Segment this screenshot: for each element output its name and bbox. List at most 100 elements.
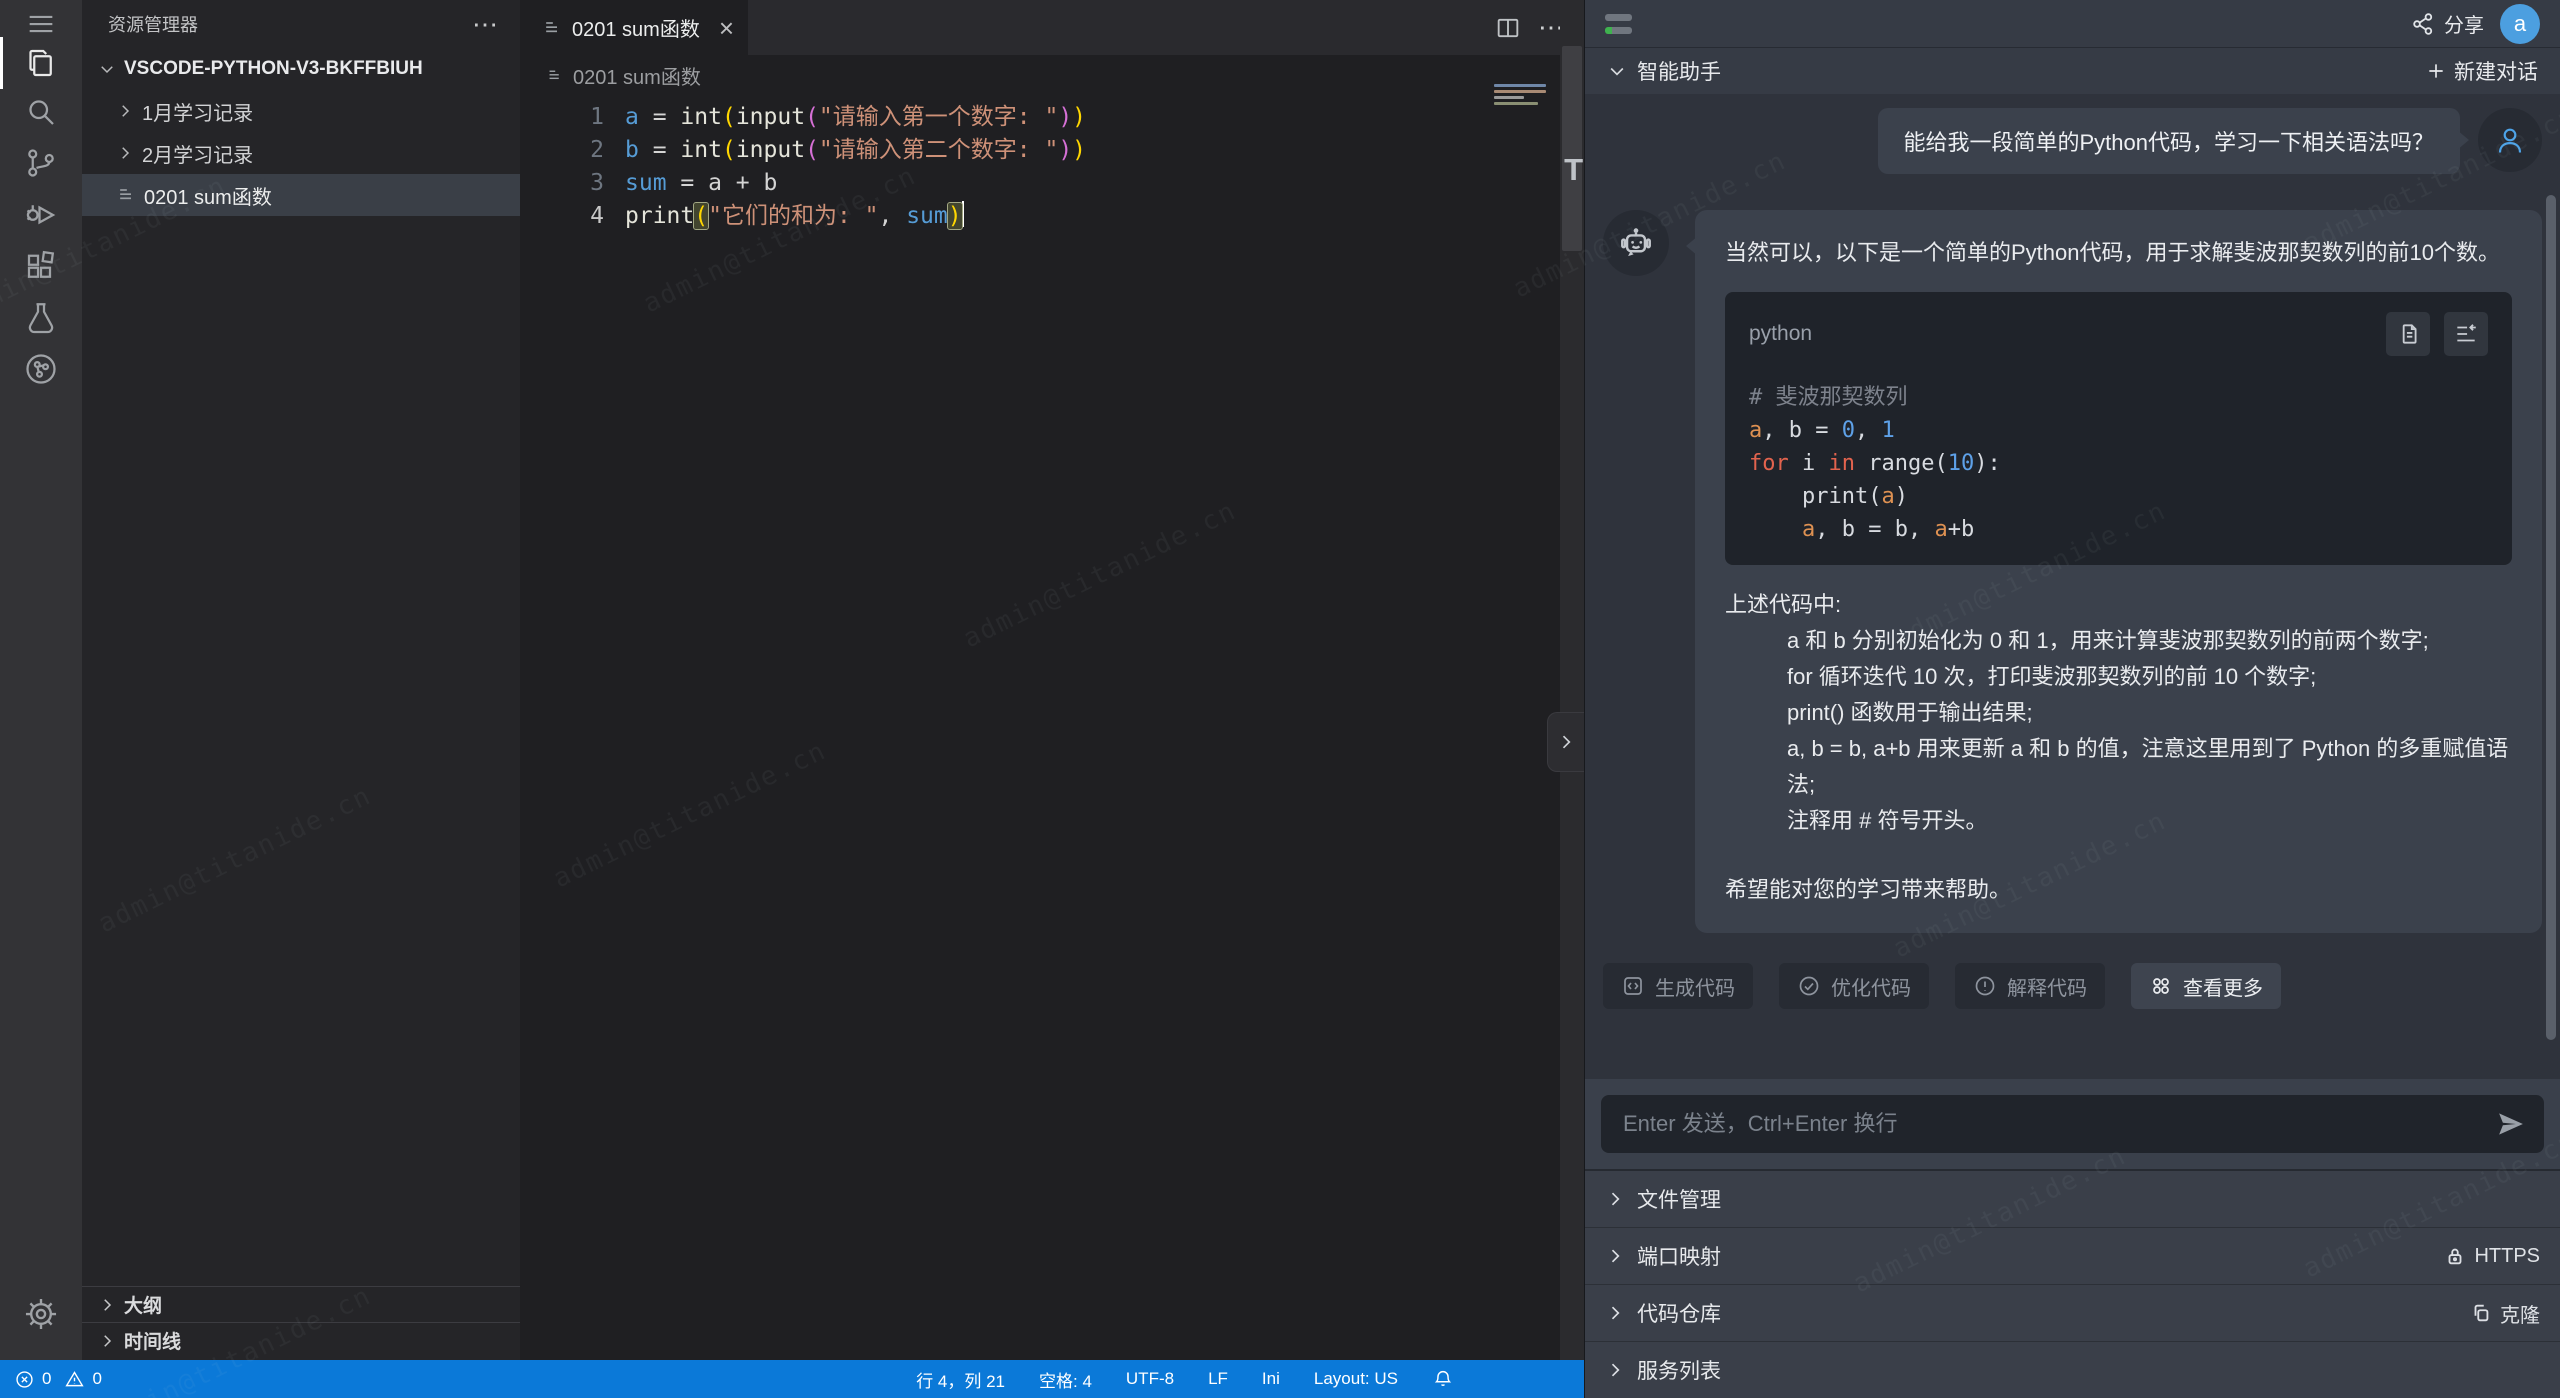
- chat-input-bar: [1585, 1079, 2560, 1169]
- chevron-right-icon: [1605, 1246, 1625, 1266]
- keyboard-layout[interactable]: Layout: US: [1314, 1369, 1398, 1389]
- section-service-list[interactable]: 服务列表: [1585, 1341, 2560, 1398]
- editor-scrollbar-thumb[interactable]: [1562, 46, 1582, 251]
- send-icon[interactable]: [2496, 1109, 2526, 1139]
- minimap[interactable]: [1494, 84, 1550, 108]
- encoding[interactable]: UTF-8: [1126, 1369, 1174, 1389]
- indentation[interactable]: 空格: 4: [1039, 1367, 1092, 1392]
- language-mode[interactable]: Ini: [1262, 1369, 1280, 1389]
- code-language-label: python: [1749, 317, 2372, 351]
- remote-explorer-icon[interactable]: [17, 345, 65, 393]
- overlay-letter: T: [1564, 152, 1583, 188]
- https-badge[interactable]: HTTPS: [2444, 1245, 2540, 1268]
- search-icon[interactable]: [17, 88, 65, 136]
- chevron-down-icon[interactable]: [1607, 61, 1627, 81]
- run-debug-icon[interactable]: [17, 191, 65, 239]
- share-label: 分享: [2444, 9, 2484, 38]
- source-control-icon[interactable]: [17, 139, 65, 187]
- explain-code-button[interactable]: 解释代码: [1955, 963, 2105, 1009]
- breadcrumb[interactable]: 0201 sum函数: [520, 55, 1584, 95]
- sidebar-bottom-sections: 大纲 时间线: [82, 1286, 520, 1358]
- check-circle-icon: [1797, 974, 1821, 998]
- chevron-right-icon: [1556, 732, 1576, 752]
- tree-item-label: 2月学习记录: [142, 139, 253, 168]
- tab-close-icon[interactable]: ×: [719, 18, 734, 38]
- tree-item-february[interactable]: 2月学习记录: [82, 132, 520, 174]
- tab-bar: 0201 sum函数 × ⋯: [520, 0, 1584, 55]
- chevron-right-icon: [1605, 1303, 1625, 1323]
- user-message-row: 能给我一段简单的Python代码，学习一下相关语法吗？: [1603, 108, 2542, 174]
- optimize-code-button[interactable]: 优化代码: [1779, 963, 1929, 1009]
- list-file-icon: [542, 18, 562, 38]
- assistant-message-bubble: 当然可以，以下是一个简单的Python代码，用于求解斐波那契数列的前10个数。 …: [1695, 210, 2542, 933]
- settings-gear-icon[interactable]: [17, 1290, 65, 1338]
- user-avatar-badge[interactable]: a: [2500, 4, 2540, 44]
- ide-window: 资源管理器 ⋯ VSCODE-PYTHON-V3-BKFFBIUH 1月学习记录…: [0, 0, 2560, 1398]
- explorer-more-icon[interactable]: ⋯: [472, 19, 500, 29]
- testing-icon[interactable]: [17, 293, 65, 341]
- tree-item-label: 1月学习记录: [142, 97, 253, 126]
- clone-badge[interactable]: 克隆: [2470, 1299, 2540, 1328]
- list-file-icon: [116, 185, 136, 205]
- tab-label: 0201 sum函数: [572, 13, 709, 42]
- assistant-panel: 分享 a 智能助手 新建对话 能给我一段简单的Python代码，学习一下相关语法…: [1584, 0, 2560, 1398]
- problems-status[interactable]: 0 0: [14, 1360, 102, 1398]
- copy-icon: [2395, 321, 2421, 347]
- tree-item-january[interactable]: 1月学习记录: [82, 90, 520, 132]
- new-chat-button[interactable]: 新建对话: [2426, 56, 2538, 86]
- share-button[interactable]: 分享: [2410, 9, 2484, 38]
- tree-item-label: 0201 sum函数: [144, 181, 272, 210]
- grid-circles-icon: [2149, 974, 2173, 998]
- warning-count: 0: [92, 1369, 101, 1389]
- warning-icon: [64, 1369, 85, 1390]
- extensions-icon[interactable]: [17, 243, 65, 291]
- outline-label: 大纲: [124, 1291, 162, 1318]
- cursor-position[interactable]: 行 4，列 21: [916, 1367, 1005, 1392]
- bell-icon[interactable]: [1432, 1368, 1454, 1390]
- panel-expand-button[interactable]: [1547, 712, 1584, 772]
- root-folder-label: VSCODE-PYTHON-V3-BKFFBIUH: [124, 58, 423, 80]
- list-file-icon: [546, 67, 563, 84]
- error-icon: [14, 1369, 35, 1390]
- eol[interactable]: LF: [1208, 1369, 1228, 1389]
- breadcrumb-label: 0201 sum函数: [573, 61, 701, 90]
- editor-area: 0201 sum函数 × ⋯ 0201 sum函数 1 2 3 4 a = in…: [520, 0, 1584, 1360]
- explorer-icon[interactable]: [17, 39, 65, 87]
- insert-code-button[interactable]: [2444, 312, 2488, 356]
- section-code-repository[interactable]: 代码仓库 克隆: [1585, 1284, 2560, 1341]
- assistant-robot-avatar: [1603, 210, 1669, 276]
- explanation-item: a, b = b, a+b 用来更新 a 和 b 的值，注意这里用到了 Pyth…: [1725, 731, 2512, 803]
- code-area[interactable]: 1 2 3 4 a = int(input("请输入第一个数字: "))b = …: [520, 101, 1584, 233]
- section-port-mapping[interactable]: 端口映射 HTTPS: [1585, 1227, 2560, 1284]
- chevron-down-icon: [98, 60, 116, 78]
- explorer-sidebar: 资源管理器 ⋯ VSCODE-PYTHON-V3-BKFFBIUH 1月学习记录…: [82, 0, 521, 1360]
- panel-sections: 文件管理 端口映射 HTTPS 代码仓库 克隆 服务列表: [1585, 1169, 2560, 1398]
- assistant-title: 智能助手: [1637, 56, 2416, 86]
- code-lines[interactable]: a = int(input("请输入第一个数字: "))b = int(inpu…: [625, 101, 1086, 233]
- chat-scrollbar-thumb[interactable]: [2546, 195, 2556, 1040]
- copy-code-button[interactable]: [2386, 312, 2430, 356]
- timeline-section[interactable]: 时间线: [82, 1322, 520, 1358]
- code-explanation: 上述代码中: a 和 b 分别初始化为 0 和 1，用来计算斐波那契数列的前两个…: [1725, 587, 2512, 839]
- panel-menu-icon[interactable]: [1605, 14, 1632, 34]
- chevron-right-icon: [98, 1332, 116, 1350]
- activity-bar: [0, 0, 82, 1360]
- chat-input[interactable]: [1601, 1111, 2544, 1137]
- tab-sum-file[interactable]: 0201 sum函数 ×: [520, 0, 748, 55]
- split-editor-icon[interactable]: [1494, 14, 1522, 42]
- tree-root-folder[interactable]: VSCODE-PYTHON-V3-BKFFBIUH: [82, 48, 520, 90]
- line-numbers: 1 2 3 4: [520, 101, 604, 233]
- tree-item-sum-file[interactable]: 0201 sum函数: [82, 174, 520, 216]
- share-icon: [2410, 11, 2436, 37]
- chevron-right-icon: [116, 102, 134, 120]
- status-bar: 0 0 行 4，列 21 空格: 4 UTF-8 LF Ini Layout: …: [0, 1360, 1584, 1398]
- see-more-button[interactable]: 查看更多: [2131, 963, 2281, 1009]
- clone-icon: [2470, 1302, 2492, 1324]
- section-file-management[interactable]: 文件管理: [1585, 1171, 2560, 1227]
- editor-scrollbar[interactable]: [1560, 0, 1584, 1360]
- explorer-header: 资源管理器 ⋯: [82, 0, 520, 48]
- new-chat-label: 新建对话: [2454, 56, 2538, 86]
- outline-section[interactable]: 大纲: [82, 1286, 520, 1322]
- code-icon: [1621, 974, 1645, 998]
- generate-code-button[interactable]: 生成代码: [1603, 963, 1753, 1009]
